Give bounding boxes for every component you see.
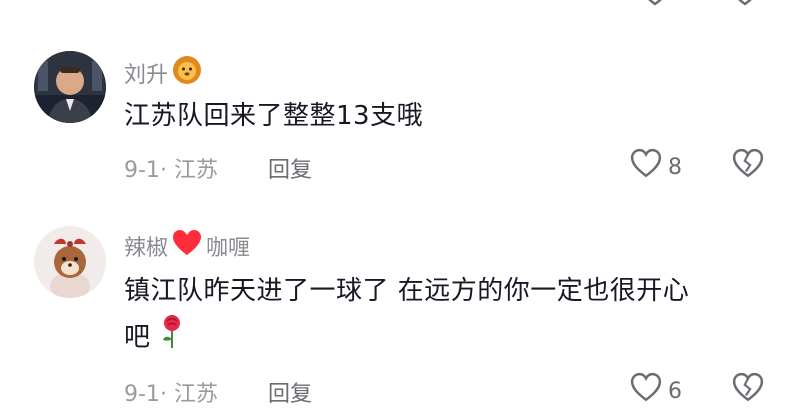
avatar[interactable] <box>34 226 106 298</box>
comment-text-content: 镇江队昨天进了一球了 在远方的你一定也很开心 <box>124 276 690 306</box>
meta-separator: · <box>159 158 174 183</box>
like-heart-icon[interactable] <box>630 148 662 186</box>
comment-date: 9-1 <box>124 382 160 407</box>
meta-separator: · <box>159 382 174 407</box>
comment-meta: 9-1· 江苏 <box>124 152 218 184</box>
comment-username[interactable]: 刘升 <box>124 55 202 91</box>
comment-text: 镇江队昨天进了一球了 在远方的你一定也很开心 吧 <box>124 269 774 363</box>
lion-emoji-icon <box>172 55 202 91</box>
username-suffix-text[interactable]: 咖喱 <box>206 230 250 262</box>
username-text[interactable]: 刘升 <box>124 57 168 89</box>
reply-button[interactable]: 回复 <box>268 152 312 184</box>
like-button[interactable]: 8 <box>630 148 682 186</box>
reply-button[interactable]: 回复 <box>268 376 312 408</box>
comment-text-tail: 吧 <box>124 313 774 363</box>
comment-date: 9-1 <box>124 158 160 183</box>
comment-location: 江苏 <box>173 382 218 407</box>
avatar[interactable] <box>34 51 106 123</box>
comment-text-tail-content: 吧 <box>124 322 151 353</box>
dislike-button[interactable] <box>731 372 765 408</box>
red-heart-emoji-icon <box>172 229 202 263</box>
like-button[interactable]: 6 <box>630 372 682 410</box>
like-heart-icon[interactable] <box>640 0 670 12</box>
like-count: 8 <box>668 154 682 180</box>
comment-location: 江苏 <box>173 158 218 183</box>
username-text[interactable]: 辣椒 <box>124 230 168 262</box>
dislike-button[interactable] <box>731 148 765 184</box>
rose-emoji-icon <box>159 313 185 363</box>
like-heart-icon[interactable] <box>630 372 662 410</box>
comment-meta: 9-1· 江苏 <box>124 376 218 408</box>
comment-username[interactable]: 辣椒 咖喱 <box>124 229 250 263</box>
dislike-broken-heart-icon[interactable] <box>730 0 760 12</box>
comment-text: 江苏队回来了整整13支哦 <box>124 94 774 138</box>
like-count: 6 <box>668 378 682 404</box>
dislike-broken-heart-icon[interactable] <box>731 372 765 408</box>
dislike-broken-heart-icon[interactable] <box>731 148 765 184</box>
previous-comment-footer <box>0 0 800 8</box>
comment-text-content: 江苏队回来了整整13支哦 <box>124 101 424 131</box>
